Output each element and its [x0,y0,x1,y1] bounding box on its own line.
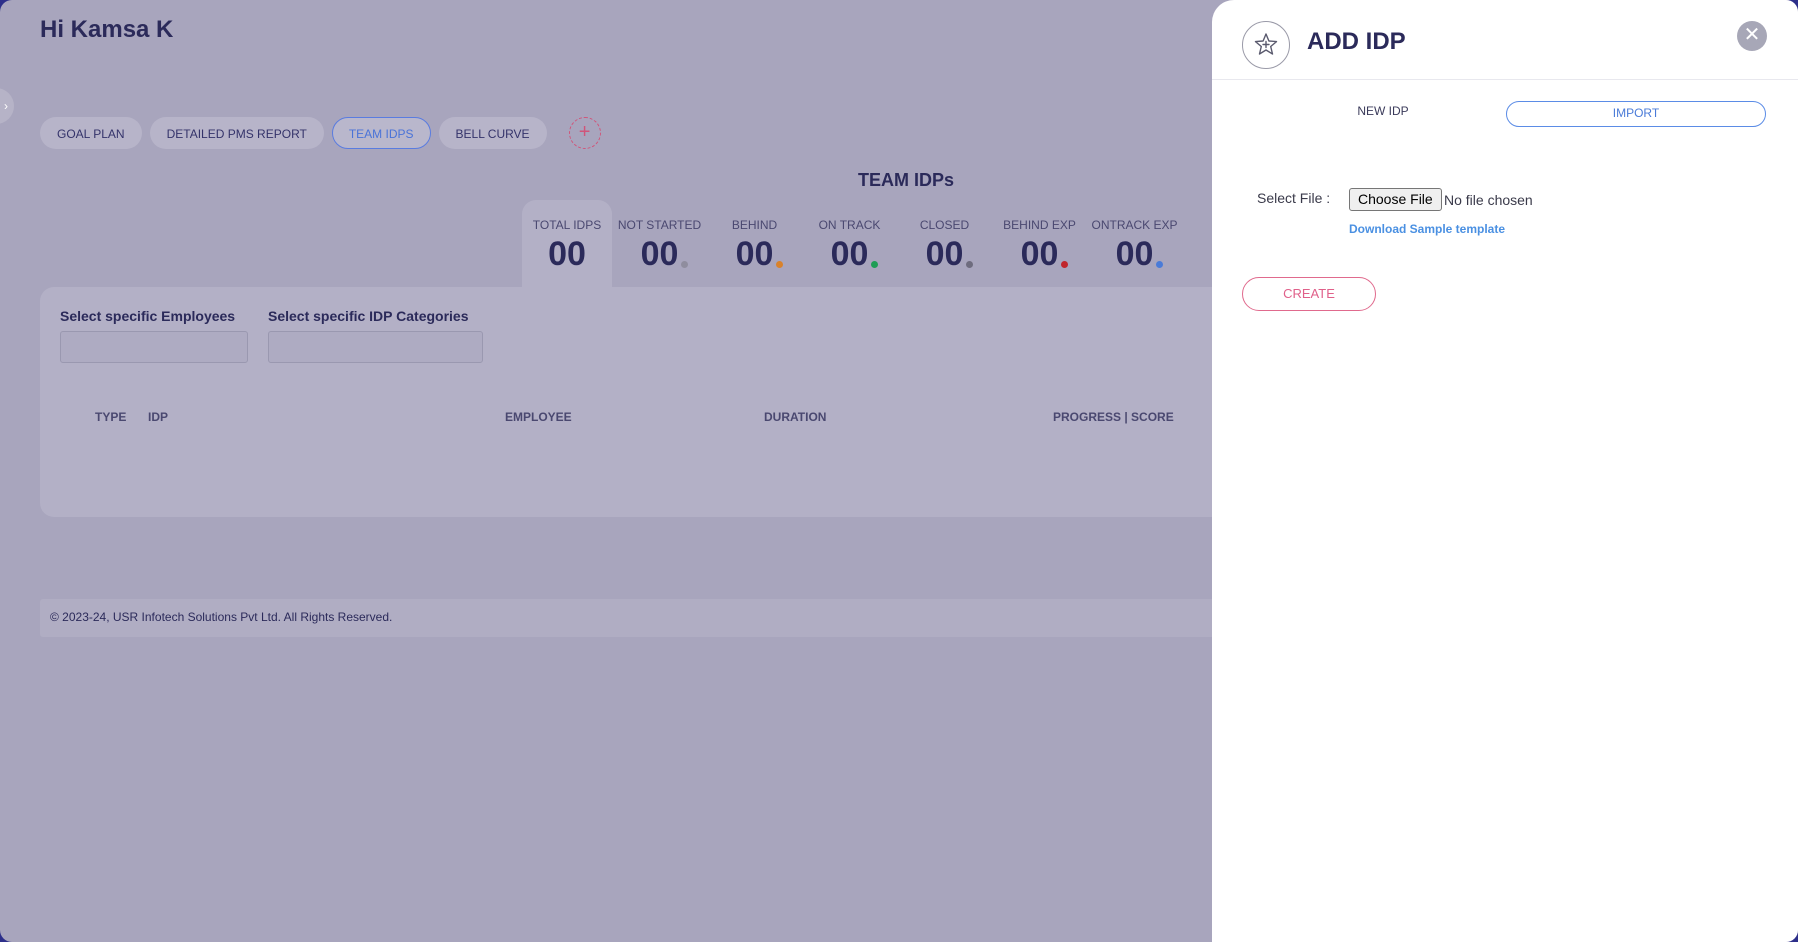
stat-label: CLOSED [919,218,970,232]
stat-value: 00 [1115,235,1154,273]
sidebar-toggle[interactable]: › [0,88,14,124]
drawer-header: ADD IDP ✕ [1212,0,1798,80]
report-tabs: GOAL PLAN DETAILED PMS REPORT TEAM IDPS … [40,117,601,149]
categories-filter-input[interactable] [268,331,483,363]
tab-bell-curve[interactable]: BELL CURVE [438,117,547,149]
stat-not-started[interactable]: NOT STARTED 00 [612,200,707,288]
stat-label: BEHIND EXP [1003,218,1076,232]
column-header-type[interactable]: TYPE [95,410,126,424]
drawer-title: ADD IDP [1307,28,1406,55]
choose-file-button[interactable]: Choose File [1349,188,1442,211]
section-title: TEAM IDPs [858,170,955,190]
add-tab-button[interactable]: + [568,117,601,149]
stat-value: 00 [735,235,774,273]
status-dot [871,261,879,268]
stat-label: ON TRACK [818,218,881,232]
idp-table-panel: Select specific Employees Select specifi… [40,287,1240,517]
stat-value: 00 [1020,235,1059,273]
tab-goal-plan[interactable]: GOAL PLAN [40,117,142,149]
new-idp-option[interactable]: NEW IDP [1348,104,1418,118]
import-option[interactable]: IMPORT [1506,101,1766,127]
stat-label: ONTRACK EXP [1091,218,1178,232]
add-idp-drawer: ADD IDP ✕ NEW IDP IMPORT Select File : C… [1212,0,1798,942]
column-header-idp[interactable]: IDP [148,410,168,424]
stat-label: TOTAL IDPS [532,218,602,232]
employees-filter-label: Select specific Employees [60,308,236,324]
stat-behind-exp[interactable]: BEHIND EXP 00 [992,200,1087,288]
download-sample-template-link[interactable]: Download Sample template [1349,222,1505,236]
tab-detailed-pms-report[interactable]: DETAILED PMS REPORT [149,117,324,149]
status-dot [1156,261,1164,268]
status-dot [966,261,974,268]
file-status-text: No file chosen [1444,192,1533,208]
stat-value: 00 [548,235,586,273]
stat-value: 00 [830,235,869,273]
star-badge-icon [1242,21,1290,69]
chevron-right-icon: › [4,99,8,113]
categories-filter-label: Select specific IDP Categories [268,308,469,324]
stats-row: TOTAL IDPS 00 NOT STARTED 00 BEHIND 00 O… [522,200,1182,288]
close-icon[interactable]: ✕ [1737,21,1767,51]
stat-total-idps[interactable]: TOTAL IDPS 00 [522,200,612,288]
status-dot [776,261,784,268]
column-header-progress-score[interactable]: PROGRESS | SCORE [1053,410,1174,424]
stat-value: 00 [925,235,964,273]
select-file-label: Select File : [1257,190,1331,206]
footer-copyright: © 2023-24, USR Infotech Solutions Pvt Lt… [40,599,1240,637]
column-header-employee[interactable]: EMPLOYEE [505,410,572,424]
app-window: Hi Kamsa K › GOAL PLAN DETAILED PMS REPO… [0,0,1798,942]
status-dot [681,261,689,268]
stat-label: BEHIND [731,218,778,232]
stat-on-track[interactable]: ON TRACK 00 [802,200,897,288]
stat-behind[interactable]: BEHIND 00 [707,200,802,288]
status-dot [1061,261,1069,268]
stat-ontrack-exp[interactable]: ONTRACK EXP 00 [1087,200,1182,288]
greeting-title: Hi Kamsa K [40,16,174,43]
stat-value: 00 [640,235,679,273]
column-header-duration[interactable]: DURATION [764,410,826,424]
stat-label: NOT STARTED [617,218,702,232]
employees-filter-input[interactable] [60,331,248,363]
tab-team-idps[interactable]: TEAM IDPS [331,117,431,149]
stat-closed[interactable]: CLOSED 00 [897,200,992,288]
create-button[interactable]: CREATE [1242,277,1376,311]
